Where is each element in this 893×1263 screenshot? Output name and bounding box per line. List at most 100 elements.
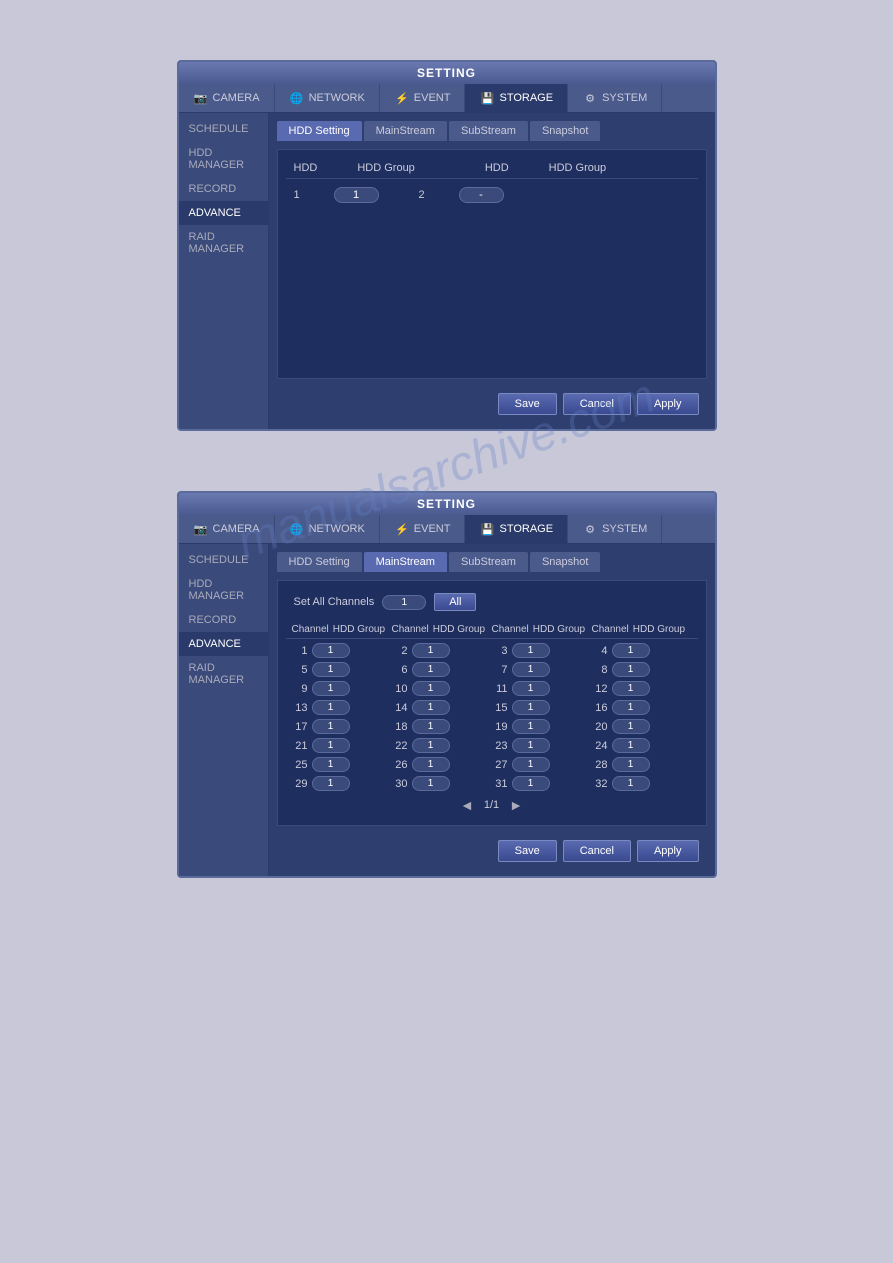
ch-select-6[interactable]: 123 — [412, 662, 450, 677]
save-button-2[interactable]: Save — [498, 840, 557, 862]
nav2-event[interactable]: ⚡ EVENT — [380, 515, 466, 543]
next-page-button[interactable]: ► — [509, 797, 523, 813]
nav2-storage[interactable]: 💾 STORAGE — [465, 515, 568, 543]
nav-network[interactable]: 🌐 NETWORK — [275, 84, 380, 112]
hdd2-num: 2 — [419, 189, 439, 201]
ch-select-26[interactable]: 123 — [412, 757, 450, 772]
ch-num-8: 8 — [592, 664, 608, 676]
ch-num-7: 7 — [492, 664, 508, 676]
ch-select-29[interactable]: 123 — [312, 776, 350, 791]
ch-num-17: 17 — [292, 721, 308, 733]
event-icon: ⚡ — [394, 90, 410, 106]
nav2-network[interactable]: 🌐 NETWORK — [275, 515, 380, 543]
sidebar-record[interactable]: RECORD — [179, 177, 268, 201]
sidebar2-advance[interactable]: ADVANCE — [179, 632, 268, 656]
hdd-group1-header: HDD Group — [357, 162, 414, 174]
cancel-button-2[interactable]: Cancel — [563, 840, 631, 862]
ch-select-15[interactable]: 123 — [512, 700, 550, 715]
system2-icon: ⚙ — [582, 521, 598, 537]
ch-select-11[interactable]: 123 — [512, 681, 550, 696]
ch-select-9[interactable]: 123 — [312, 681, 350, 696]
all-button[interactable]: All — [434, 593, 476, 611]
ch-select-22[interactable]: 123 — [412, 738, 450, 753]
ch-select-28[interactable]: 123 — [612, 757, 650, 772]
ch-select-25[interactable]: 123 — [312, 757, 350, 772]
sidebar-advance[interactable]: ADVANCE — [179, 201, 268, 225]
apply-button-1[interactable]: Apply — [637, 393, 699, 415]
channel-entry-31: 31123 — [492, 776, 592, 791]
channel-entry-11: 11 123 — [492, 681, 592, 696]
channel-entry-24: 24123 — [592, 738, 692, 753]
ch-select-19[interactable]: 123 — [512, 719, 550, 734]
sidebar-schedule[interactable]: SCHEDULE — [179, 117, 268, 141]
tab2-snapshot[interactable]: Snapshot — [530, 552, 600, 572]
channel-entry-5: 5123 — [292, 662, 392, 677]
channel-data-row: 17123181231912320123 — [286, 717, 698, 736]
nav2-camera[interactable]: 📷 CAMERA — [179, 515, 275, 543]
save-button-1[interactable]: Save — [498, 393, 557, 415]
sidebar2-record[interactable]: RECORD — [179, 608, 268, 632]
ch-select-27[interactable]: 123 — [512, 757, 550, 772]
hdd-group2-header: HDD Group — [549, 162, 606, 174]
ch-select-14[interactable]: 123 — [412, 700, 450, 715]
ch-select-18[interactable]: 123 — [412, 719, 450, 734]
ch-select-30[interactable]: 123 — [412, 776, 450, 791]
panel-2-tabs: HDD Setting MainStream SubStream Snapsho… — [277, 552, 707, 572]
ch-select-17[interactable]: 123 — [312, 719, 350, 734]
ch-select-8[interactable]: 123 — [612, 662, 650, 677]
ch-select-4[interactable]: 123 — [612, 643, 650, 658]
ch-num-11: 11 — [492, 683, 508, 695]
ch-select-13[interactable]: 123 — [312, 700, 350, 715]
sidebar2-raid-manager[interactable]: RAID MANAGER — [179, 656, 268, 692]
ch-select-23[interactable]: 123 — [512, 738, 550, 753]
channel-entry-12: 12 123 — [592, 681, 692, 696]
ch-header-1: ChannelHDD Group — [292, 624, 392, 635]
prev-page-button[interactable]: ◄ — [460, 797, 474, 813]
ch-select-10[interactable]: 123 — [412, 681, 450, 696]
nav-camera[interactable]: 📷 CAMERA — [179, 84, 275, 112]
nav2-system[interactable]: ⚙ SYSTEM — [568, 515, 662, 543]
nav-event[interactable]: ⚡ EVENT — [380, 84, 466, 112]
ch-num-28: 28 — [592, 759, 608, 771]
nav-storage[interactable]: 💾 STORAGE — [465, 84, 568, 112]
tab-snapshot[interactable]: Snapshot — [530, 121, 600, 141]
ch-header-2: ChannelHDD Group — [392, 624, 492, 635]
tab2-hdd-setting[interactable]: HDD Setting — [277, 552, 362, 572]
tab-mainstream[interactable]: MainStream — [364, 121, 447, 141]
ch-select-5[interactable]: 123 — [312, 662, 350, 677]
sidebar2-hdd-manager[interactable]: HDD MANAGER — [179, 572, 268, 608]
hdd1-group-select[interactable]: 123 — [334, 187, 379, 203]
tab-substream[interactable]: SubStream — [449, 121, 528, 141]
ch-select-12[interactable]: 123 — [612, 681, 650, 696]
ch-num-12: 12 — [592, 683, 608, 695]
ch-select-20[interactable]: 123 — [612, 719, 650, 734]
cancel-button-1[interactable]: Cancel — [563, 393, 631, 415]
ch-select-32[interactable]: 123 — [612, 776, 650, 791]
sidebar-hdd-manager[interactable]: HDD MANAGER — [179, 141, 268, 177]
ch-select-1[interactable]: 123 — [312, 643, 350, 658]
nav-system[interactable]: ⚙ SYSTEM — [568, 84, 662, 112]
ch-num-2: 2 — [392, 645, 408, 657]
tab-hdd-setting[interactable]: HDD Setting — [277, 121, 362, 141]
channel-entry-3: 3123 — [492, 643, 592, 658]
set-all-row: Set All Channels 12 All — [286, 589, 698, 615]
panel-1-footer: Save Cancel Apply — [277, 387, 707, 421]
panel-2-main: HDD Setting MainStream SubStream Snapsho… — [269, 544, 715, 876]
ch-select-3[interactable]: 123 — [512, 643, 550, 658]
ch-select-7[interactable]: 123 — [512, 662, 550, 677]
hdd2-group-select[interactable]: -12 — [459, 187, 504, 203]
ch-select-2[interactable]: 123 — [412, 643, 450, 658]
set-all-select[interactable]: 12 — [382, 595, 426, 610]
channel-entry-21: 21123 — [292, 738, 392, 753]
ch-select-16[interactable]: 123 — [612, 700, 650, 715]
sidebar2-schedule[interactable]: SCHEDULE — [179, 548, 268, 572]
ch-select-21[interactable]: 123 — [312, 738, 350, 753]
sidebar-raid-manager[interactable]: RAID MANAGER — [179, 225, 268, 261]
tab2-substream[interactable]: SubStream — [449, 552, 528, 572]
hdd-header: HDD HDD Group HDD HDD Group — [286, 158, 698, 179]
ch-select-24[interactable]: 123 — [612, 738, 650, 753]
ch-select-31[interactable]: 123 — [512, 776, 550, 791]
panel-1-sidebar: SCHEDULE HDD MANAGER RECORD ADVANCE RAID… — [179, 113, 269, 429]
apply-button-2[interactable]: Apply — [637, 840, 699, 862]
tab2-mainstream[interactable]: MainStream — [364, 552, 447, 572]
